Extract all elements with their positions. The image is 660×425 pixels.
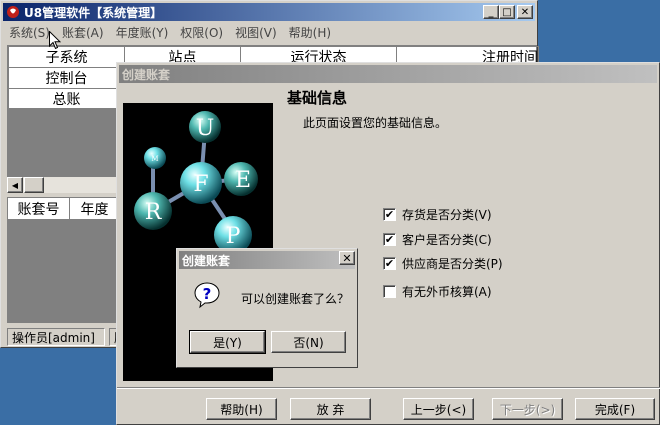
yes-button[interactable]: 是(Y) — [189, 330, 266, 354]
checkbox-customer[interactable]: ✔ — [383, 233, 396, 246]
scroll-left-button[interactable]: ◀ — [7, 177, 23, 193]
confirm-title-bar[interactable]: 创建账套 — [179, 251, 355, 269]
main-window-title: U8管理软件【系统管理】 — [24, 5, 163, 20]
minimize-button[interactable]: _ — [483, 5, 499, 19]
confirm-title: 创建账套 — [182, 253, 231, 268]
menu-help[interactable]: 帮助(H) — [283, 24, 337, 41]
checkbox-foreign-currency[interactable] — [383, 285, 396, 298]
option-supplier-classify[interactable]: ✔ 供应商是否分类(P) — [383, 255, 503, 272]
maximize-icon: □ — [502, 6, 512, 18]
grid-empty-area — [7, 109, 119, 177]
maximize-button[interactable]: □ — [499, 5, 515, 19]
option-label: 存货是否分类(V) — [402, 208, 492, 222]
menu-view[interactable]: 视图(V) — [229, 24, 283, 41]
menu-bar: 系统(S) 账套(A) 年度账(Y) 权限(O) 视图(V) 帮助(H) — [3, 23, 535, 41]
option-inventory-classify[interactable]: ✔ 存货是否分类(V) — [383, 206, 492, 223]
letter-P: P — [226, 224, 241, 249]
table-cell: 总账 — [8, 88, 125, 110]
triangle-left-icon: ◀ — [11, 180, 19, 190]
close-button[interactable]: ✕ — [517, 5, 533, 19]
main-title-bar[interactable]: U8管理软件【系统管理】 _ □ ✕ — [3, 3, 535, 21]
letter-U: U — [196, 116, 215, 141]
option-label: 供应商是否分类(P) — [402, 257, 503, 271]
option-label: 有无外币核算(A) — [402, 285, 492, 299]
minimize-icon: _ — [488, 6, 494, 18]
u8-app-icon — [7, 6, 19, 18]
mouse-cursor-icon — [49, 31, 61, 50]
letter-F: F — [193, 172, 208, 197]
confirm-dialog: 创建账套 ✕ ? 可以创建账套了么？ 是(Y) 否(N) — [176, 248, 358, 368]
close-icon: ✕ — [342, 251, 352, 265]
next-button[interactable]: 下一步(>) — [492, 398, 563, 420]
abandon-button[interactable]: 放 弃 — [290, 398, 371, 420]
scroll-thumb[interactable] — [24, 177, 44, 193]
column-header[interactable]: 账套号 — [7, 197, 70, 220]
finish-button[interactable]: 完成(F) — [575, 398, 655, 420]
wizard-separator — [117, 387, 660, 389]
confirm-message: 可以创建账套了么？ — [241, 292, 350, 306]
wizard-heading: 基础信息 — [287, 89, 348, 107]
horizontal-scrollbar[interactable]: ◀ — [7, 177, 119, 193]
column-header[interactable]: 子系统 — [8, 46, 125, 68]
status-operator: 操作员[admin] — [7, 328, 105, 346]
menu-permission[interactable]: 权限(O) — [174, 24, 229, 41]
checkmark-icon: ✔ — [384, 208, 395, 221]
checkbox-inventory[interactable]: ✔ — [383, 208, 396, 221]
letter-M: M — [151, 155, 158, 163]
menu-annual-account[interactable]: 年度账(Y) — [110, 24, 175, 41]
create-account-wizard: 创建账套 U F E R P M 基础信息 此页面设置您的基础信息。 ✔ 存货是… — [116, 62, 660, 425]
option-customer-classify[interactable]: ✔ 客户是否分类(C) — [383, 231, 492, 248]
question-icon: ? — [194, 282, 220, 309]
wizard-title-bar[interactable]: 创建账套 — [119, 65, 657, 83]
letter-R: R — [145, 200, 163, 225]
checkmark-icon: ✔ — [384, 233, 395, 246]
account-set-grid: 账套号 年度 — [7, 197, 120, 323]
letter-E: E — [235, 168, 251, 193]
help-button[interactable]: 帮助(H) — [206, 398, 277, 420]
prev-button[interactable]: 上一步(<) — [403, 398, 474, 420]
column-header[interactable]: 年度 — [69, 197, 120, 220]
wizard-description: 此页面设置您的基础信息。 — [303, 116, 448, 130]
table-cell: 控制台 — [8, 67, 125, 89]
checkbox-supplier[interactable]: ✔ — [383, 257, 396, 270]
option-foreign-currency[interactable]: 有无外币核算(A) — [383, 283, 492, 300]
option-label: 客户是否分类(C) — [402, 233, 492, 247]
checkmark-icon: ✔ — [384, 257, 395, 270]
close-icon: ✕ — [520, 6, 530, 18]
menu-account-set[interactable]: 账套(A) — [56, 24, 110, 41]
confirm-close-button[interactable]: ✕ — [339, 251, 355, 265]
svg-text:?: ? — [203, 285, 212, 303]
no-button[interactable]: 否(N) — [271, 331, 346, 353]
wizard-title: 创建账套 — [122, 67, 171, 82]
